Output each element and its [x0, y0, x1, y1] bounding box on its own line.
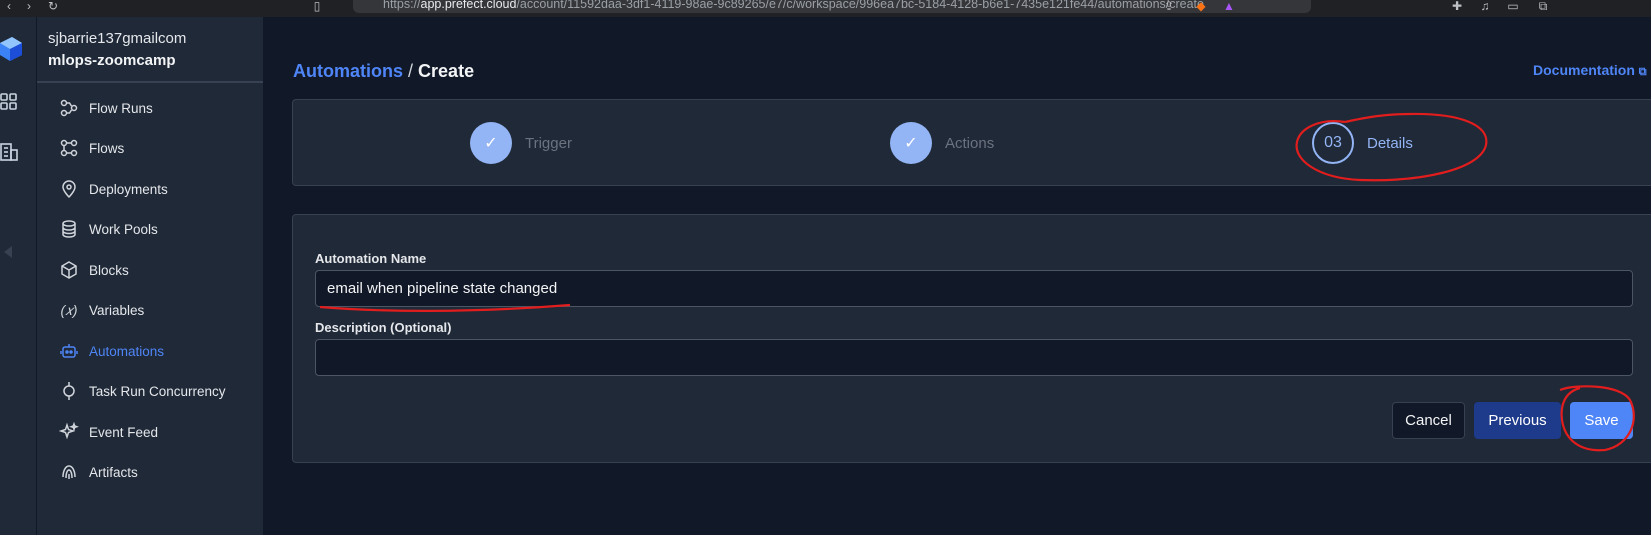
step-actions[interactable]: ✓ Actions [890, 122, 994, 164]
sidebar-item-flow-runs[interactable]: Flow Runs [59, 95, 153, 121]
sidebar: sjbarrie137gmailcom mlops-zoomcamp Flow … [37, 17, 263, 535]
sidebar-item-label: Variables [89, 302, 145, 318]
breadcrumb-automations-link[interactable]: Automations [293, 61, 403, 81]
brave-shield-icon[interactable]: ◆ [1194, 0, 1208, 12]
variables-icon: (𝑥) [60, 301, 78, 318]
sidebar-item-label: Flows [89, 140, 125, 156]
breadcrumb-separator: / [408, 61, 414, 81]
url-text[interactable]: https://app.prefect.cloud/account/11592d… [383, 0, 1204, 11]
forward-icon[interactable]: › [22, 0, 36, 12]
brave-rewards-icon[interactable]: ▲ [1222, 0, 1236, 12]
sidebar-item-label: Deployments [89, 181, 168, 197]
share-icon[interactable]: ⇪ [1162, 0, 1176, 12]
media-icon[interactable]: ♫ [1478, 0, 1492, 12]
flows-icon [59, 138, 79, 158]
sidebar-item-event-feed[interactable]: Event Feed [59, 419, 158, 445]
step-trigger[interactable]: ✓ Trigger [470, 122, 572, 164]
sidebar-item-label: Work Pools [89, 221, 158, 237]
browser-toolbar: ‹ › ↻ ▯ https://app.prefect.cloud/accoun… [0, 0, 1651, 17]
step-label: Actions [945, 134, 995, 152]
step-label: Details [1367, 134, 1413, 152]
bookmark-icon[interactable]: ▯ [310, 0, 324, 12]
previous-button[interactable]: Previous [1474, 402, 1561, 439]
sidebar-item-label: Task Run Concurrency [89, 383, 226, 399]
sidebar-item-automations[interactable]: Automations [59, 338, 164, 364]
back-icon[interactable]: ‹ [2, 0, 16, 12]
sidebar-item-blocks[interactable]: Blocks [59, 257, 129, 283]
breadcrumb: Automations / Create [293, 61, 474, 82]
cancel-button[interactable]: Cancel [1392, 402, 1465, 439]
step-number: 03 [1312, 122, 1354, 164]
page-title: Create [418, 61, 475, 81]
flow-runs-icon [59, 98, 79, 118]
organization-icon[interactable] [0, 142, 20, 162]
step-label: Trigger [525, 134, 572, 152]
wizard-stepper: ✓ Trigger ✓ Actions 03 Details [292, 99, 1651, 186]
prefect-logo-icon[interactable] [0, 37, 22, 67]
automation-name-input[interactable] [315, 270, 1633, 307]
sidebar-item-variables[interactable]: (𝑥) Variables [59, 297, 144, 323]
sidebar-item-label: Flow Runs [89, 100, 153, 116]
apps-grid-icon[interactable] [0, 92, 20, 112]
description-label: Description (Optional) [315, 320, 452, 335]
sidebar-item-label: Automations [89, 343, 165, 359]
workspace-rail [0, 17, 37, 535]
sidebar-item-label: Blocks [89, 262, 129, 278]
reload-icon[interactable]: ↻ [46, 0, 60, 12]
deployments-icon [59, 179, 79, 199]
extensions-icon[interactable]: ✚ [1450, 0, 1464, 12]
task-run-concurrency-icon [59, 381, 79, 401]
description-input[interactable] [315, 339, 1633, 376]
sidebar-item-deployments[interactable]: Deployments [59, 176, 168, 202]
automations-icon [59, 341, 79, 361]
work-pools-icon [59, 219, 79, 239]
sidebar-item-work-pools[interactable]: Work Pools [59, 216, 158, 242]
check-icon: ✓ [890, 122, 932, 164]
event-feed-icon [59, 422, 79, 442]
sidebar-item-label: Artifacts [89, 464, 138, 480]
automation-name-label: Automation Name [315, 251, 427, 266]
sidebar-toggle-icon[interactable]: ▭ [1506, 0, 1520, 12]
artifacts-icon [59, 462, 79, 482]
account-name[interactable]: sjbarrie137gmailcom [48, 30, 186, 47]
sidebar-item-label: Event Feed [89, 424, 159, 440]
workspace-name[interactable]: mlops-zoomcamp [48, 52, 176, 69]
documentation-link[interactable]: Documentation ⧉ [1533, 62, 1647, 79]
save-button[interactable]: Save [1570, 402, 1633, 439]
window-icon[interactable]: ⧉ [1536, 0, 1550, 12]
sidebar-item-task-run-concurrency[interactable]: Task Run Concurrency [59, 378, 226, 404]
main-content: Automations / Create Documentation ⧉ ✓ T… [263, 17, 1651, 535]
check-icon: ✓ [470, 122, 512, 164]
step-details[interactable]: 03 Details [1312, 122, 1413, 164]
sidebar-divider [37, 81, 263, 83]
sidebar-item-flows[interactable]: Flows [59, 135, 124, 161]
external-link-icon: ⧉ [1638, 66, 1647, 78]
sidebar-item-artifacts[interactable]: Artifacts [59, 459, 138, 485]
documentation-link-label: Documentation [1533, 62, 1635, 78]
collapse-icon[interactable] [2, 242, 12, 262]
blocks-icon [59, 260, 79, 280]
